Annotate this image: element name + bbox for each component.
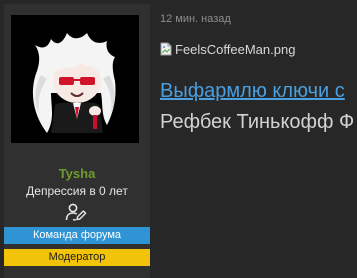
user-edit-icon	[65, 203, 87, 221]
broken-image: FeelsCoffeeMan.png	[160, 40, 295, 58]
broken-image-alt: FeelsCoffeeMan.png	[175, 41, 296, 57]
message-body: 12 мин. назад FeelsCoffeeMan.png Выфармл…	[150, 0, 357, 278]
post-time[interactable]: 12 мин. назад	[160, 13, 231, 25]
username[interactable]: Tysha	[4, 166, 150, 181]
moderator-banner: Модератор	[4, 249, 150, 266]
message-link[interactable]: Выфармлю ключи с	[160, 80, 345, 103]
broken-image-icon	[160, 42, 172, 56]
avatar-image	[11, 15, 139, 143]
avatar[interactable]	[11, 15, 139, 143]
team-banner: Команда форума	[4, 227, 150, 244]
user-title: Депрессия в 0 лет	[26, 184, 128, 198]
forum-post: Tysha Депрессия в 0 лет Команда форума М…	[0, 0, 357, 278]
message-text: Рефбек Тинькофф Ф	[160, 111, 355, 133]
user-card: Tysha Депрессия в 0 лет Команда форума М…	[4, 4, 150, 278]
